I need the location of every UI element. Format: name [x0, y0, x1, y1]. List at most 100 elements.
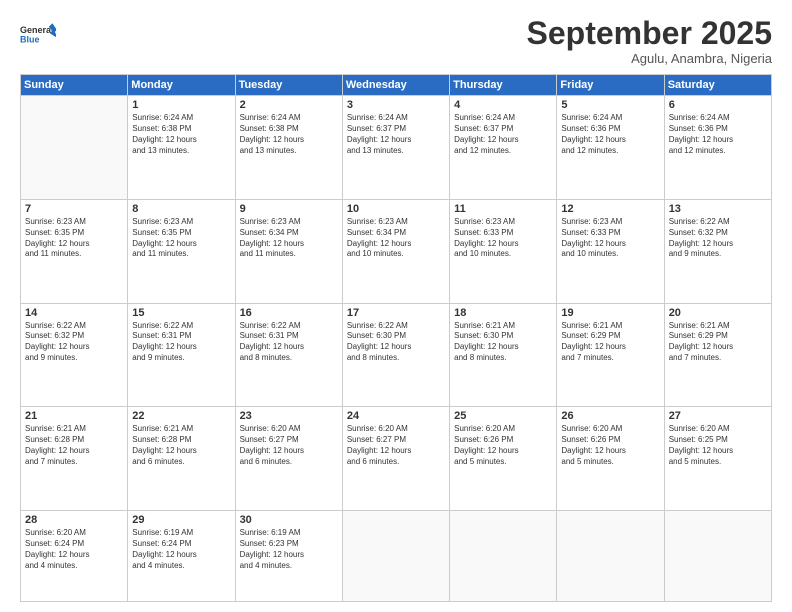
day-number: 11: [454, 203, 552, 215]
day-info: Sunrise: 6:23 AMSunset: 6:35 PMDaylight:…: [132, 217, 230, 260]
day-info: Sunrise: 6:19 AMSunset: 6:23 PMDaylight:…: [240, 528, 338, 571]
week-row-2: 7 Sunrise: 6:23 AMSunset: 6:35 PMDaylight…: [21, 199, 772, 303]
title-block: September 2025 Agulu, Anambra, Nigeria: [527, 16, 772, 66]
week-row-3: 14Sunrise: 6:22 AMSunset: 6:32 PMDayligh…: [21, 303, 772, 407]
calendar-cell: 17 Sunrise: 6:22 AMSunset: 6:30 PMDayligh…: [342, 303, 449, 407]
header-friday: Friday: [557, 75, 664, 96]
day-number: 2: [240, 99, 338, 111]
day-info: Sunrise: 6:22 AMSunset: 6:30 PMDaylight:…: [347, 321, 445, 364]
day-info: Sunrise: 6:23 AMSunset: 6:33 PMDaylight:…: [454, 217, 552, 260]
calendar-cell: [664, 511, 771, 602]
calendar-cell: 7 Sunrise: 6:23 AMSunset: 6:35 PMDaylight…: [21, 199, 128, 303]
header-wednesday: Wednesday: [342, 75, 449, 96]
day-number: 13: [669, 203, 767, 215]
day-number: 5: [561, 99, 659, 111]
day-info: Sunrise: 6:21 AMSunset: 6:30 PMDaylight:…: [454, 321, 552, 364]
day-number: 25: [454, 410, 552, 422]
day-number: 12: [561, 203, 659, 215]
calendar-cell: [342, 511, 449, 602]
calendar-body: 1 Sunrise: 6:24 AMSunset: 6:38 PMDaylight…: [21, 96, 772, 602]
calendar-cell: 6 Sunrise: 6:24 AMSunset: 6:36 PMDaylight…: [664, 96, 771, 200]
calendar-cell: 25Sunrise: 6:20 AMSunset: 6:26 PMDayligh…: [450, 407, 557, 511]
header-tuesday: Tuesday: [235, 75, 342, 96]
day-number: 15: [132, 307, 230, 319]
day-info: Sunrise: 6:23 AMSunset: 6:35 PMDaylight:…: [25, 217, 123, 260]
calendar-cell: 4 Sunrise: 6:24 AMSunset: 6:37 PMDaylight…: [450, 96, 557, 200]
calendar-cell: 24Sunrise: 6:20 AMSunset: 6:27 PMDayligh…: [342, 407, 449, 511]
day-info: Sunrise: 6:23 AMSunset: 6:33 PMDaylight:…: [561, 217, 659, 260]
month-title: September 2025: [527, 16, 772, 51]
calendar-cell: 21Sunrise: 6:21 AMSunset: 6:28 PMDayligh…: [21, 407, 128, 511]
day-info: Sunrise: 6:20 AMSunset: 6:27 PMDaylight:…: [240, 424, 338, 467]
week-row-5: 28 Sunrise: 6:20 AMSunset: 6:24 PMDayligh…: [21, 511, 772, 602]
day-number: 10: [347, 203, 445, 215]
day-number: 27: [669, 410, 767, 422]
calendar-cell: 15 Sunrise: 6:22 AMSunset: 6:31 PMDayligh…: [128, 303, 235, 407]
day-info: Sunrise: 6:21 AMSunset: 6:29 PMDaylight:…: [561, 321, 659, 364]
day-number: 20: [669, 307, 767, 319]
logo-icon: General Blue: [20, 16, 56, 52]
header-monday: Monday: [128, 75, 235, 96]
day-number: 4: [454, 99, 552, 111]
calendar-cell: 2 Sunrise: 6:24 AMSunset: 6:38 PMDaylight…: [235, 96, 342, 200]
day-number: 1: [132, 99, 230, 111]
day-info: Sunrise: 6:21 AMSunset: 6:28 PMDaylight:…: [132, 424, 230, 467]
calendar-header: SundayMondayTuesdayWednesdayThursdayFrid…: [21, 75, 772, 96]
calendar-cell: 1 Sunrise: 6:24 AMSunset: 6:38 PMDaylight…: [128, 96, 235, 200]
logo: General Blue: [20, 16, 56, 52]
calendar-cell: 3Sunrise: 6:24 AMSunset: 6:37 PMDaylight…: [342, 96, 449, 200]
day-info: Sunrise: 6:20 AMSunset: 6:24 PMDaylight:…: [25, 528, 123, 571]
day-number: 19: [561, 307, 659, 319]
day-info: Sunrise: 6:24 AMSunset: 6:37 PMDaylight:…: [454, 113, 552, 156]
header: General Blue September 2025 Agulu, Anamb…: [20, 16, 772, 66]
svg-text:General: General: [20, 25, 54, 35]
day-info: Sunrise: 6:22 AMSunset: 6:31 PMDaylight:…: [132, 321, 230, 364]
day-number: 17: [347, 307, 445, 319]
week-row-1: 1 Sunrise: 6:24 AMSunset: 6:38 PMDaylight…: [21, 96, 772, 200]
header-sunday: Sunday: [21, 75, 128, 96]
day-number: 23: [240, 410, 338, 422]
calendar-cell: 19 Sunrise: 6:21 AMSunset: 6:29 PMDayligh…: [557, 303, 664, 407]
page: General Blue September 2025 Agulu, Anamb…: [0, 0, 792, 612]
day-info: Sunrise: 6:22 AMSunset: 6:32 PMDaylight:…: [669, 217, 767, 260]
week-row-4: 21 Sunrise: 6:21 AMSunset: 6:28 PMDayligh…: [21, 407, 772, 511]
day-number: 21: [25, 410, 123, 422]
svg-text:Blue: Blue: [20, 34, 40, 44]
calendar-cell: 13 Sunrise: 6:22 AMSunset: 6:32 PMDayligh…: [664, 199, 771, 303]
day-number: 7: [25, 203, 123, 215]
day-number: 6: [669, 99, 767, 111]
day-info: Sunrise: 6:20 AMSunset: 6:27 PMDaylight:…: [347, 424, 445, 467]
day-number: 30: [240, 514, 338, 526]
day-number: 28: [25, 514, 123, 526]
day-info: Sunrise: 6:24 AMSunset: 6:38 PMDaylight:…: [240, 113, 338, 156]
calendar-table: SundayMondayTuesdayWednesdayThursdayFrid…: [20, 74, 772, 602]
day-number: 14: [25, 307, 123, 319]
header-saturday: Saturday: [664, 75, 771, 96]
calendar-cell: 22 Sunrise: 6:21 AMSunset: 6:28 PMDayligh…: [128, 407, 235, 511]
day-info: Sunrise: 6:24 AMSunset: 6:36 PMDaylight:…: [561, 113, 659, 156]
calendar-cell: 28 Sunrise: 6:20 AMSunset: 6:24 PMDayligh…: [21, 511, 128, 602]
day-info: Sunrise: 6:23 AMSunset: 6:34 PMDaylight:…: [347, 217, 445, 260]
calendar-cell: 20Sunrise: 6:21 AMSunset: 6:29 PMDayligh…: [664, 303, 771, 407]
calendar-cell: 11 Sunrise: 6:23 AMSunset: 6:33 PMDayligh…: [450, 199, 557, 303]
day-number: 22: [132, 410, 230, 422]
calendar-cell: [557, 511, 664, 602]
calendar-cell: 10 Sunrise: 6:23 AMSunset: 6:34 PMDayligh…: [342, 199, 449, 303]
day-number: 16: [240, 307, 338, 319]
calendar-cell: 30 Sunrise: 6:19 AMSunset: 6:23 PMDayligh…: [235, 511, 342, 602]
day-info: Sunrise: 6:19 AMSunset: 6:24 PMDaylight:…: [132, 528, 230, 571]
day-number: 26: [561, 410, 659, 422]
header-thursday: Thursday: [450, 75, 557, 96]
calendar-cell: 14Sunrise: 6:22 AMSunset: 6:32 PMDayligh…: [21, 303, 128, 407]
header-row: SundayMondayTuesdayWednesdayThursdayFrid…: [21, 75, 772, 96]
day-info: Sunrise: 6:24 AMSunset: 6:38 PMDaylight:…: [132, 113, 230, 156]
calendar-cell: 16 Sunrise: 6:22 AMSunset: 6:31 PMDayligh…: [235, 303, 342, 407]
day-number: 29: [132, 514, 230, 526]
calendar-cell: 8Sunrise: 6:23 AMSunset: 6:35 PMDaylight…: [128, 199, 235, 303]
calendar-cell: 26Sunrise: 6:20 AMSunset: 6:26 PMDayligh…: [557, 407, 664, 511]
day-info: Sunrise: 6:22 AMSunset: 6:31 PMDaylight:…: [240, 321, 338, 364]
calendar-cell: 5 Sunrise: 6:24 AMSunset: 6:36 PMDaylight…: [557, 96, 664, 200]
day-info: Sunrise: 6:24 AMSunset: 6:36 PMDaylight:…: [669, 113, 767, 156]
calendar-cell: [450, 511, 557, 602]
day-number: 18: [454, 307, 552, 319]
